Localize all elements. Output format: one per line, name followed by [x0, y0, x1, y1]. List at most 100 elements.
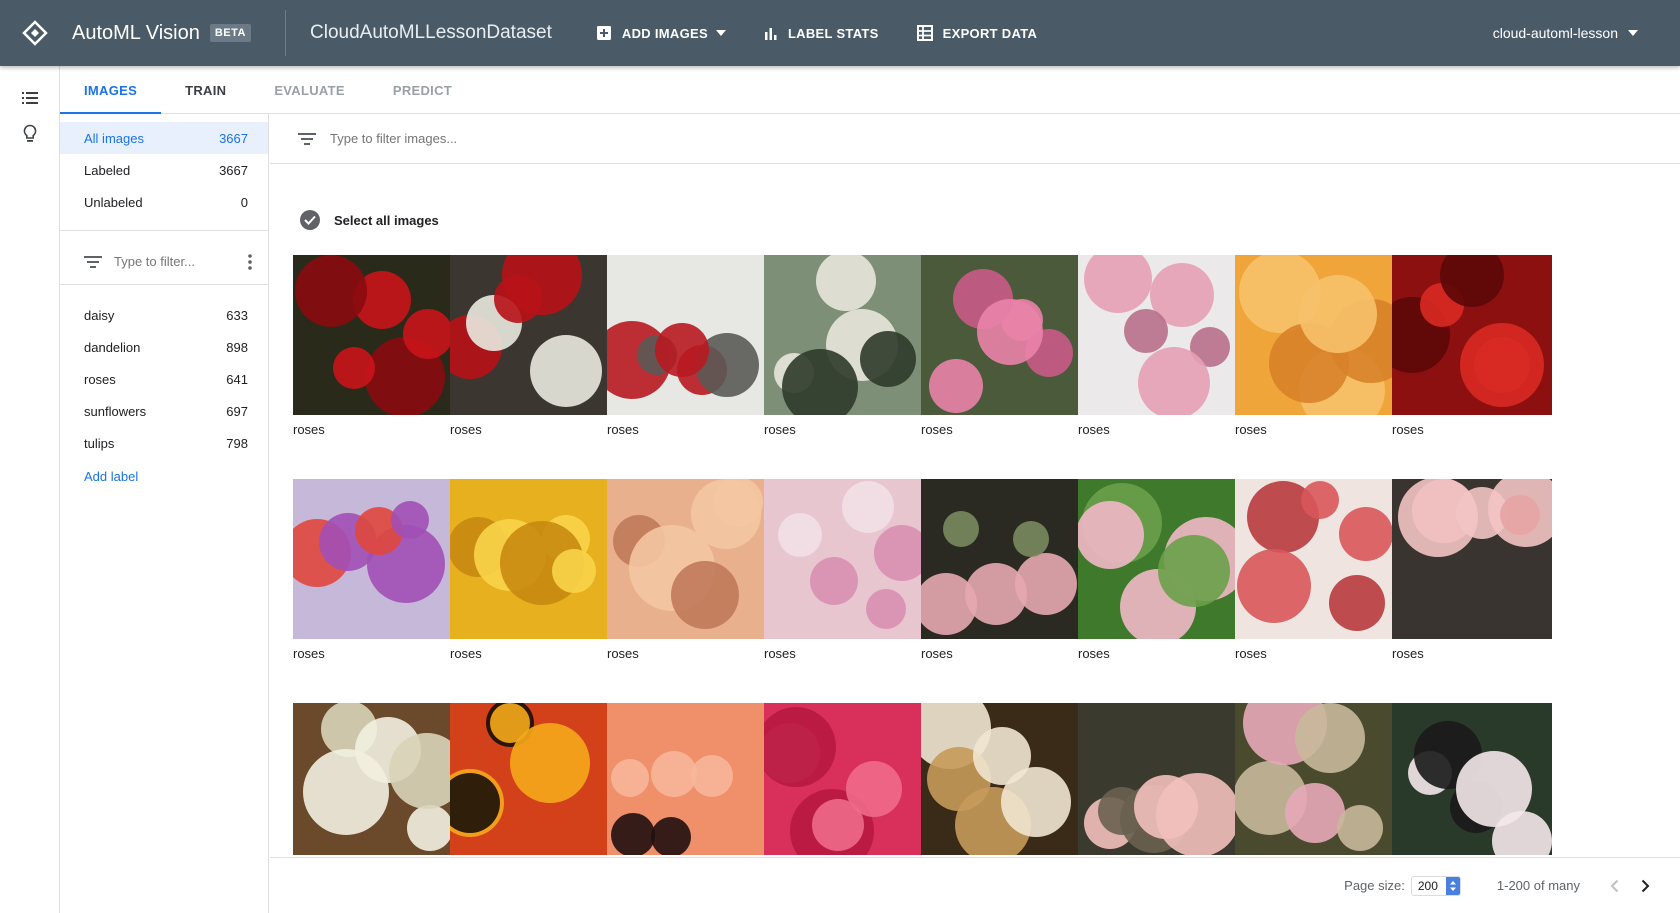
- image-thumbnail: [921, 703, 1081, 855]
- image-tile[interactable]: roses: [607, 255, 767, 437]
- label-item-daisy[interactable]: daisy 633: [60, 299, 268, 331]
- prev-page-button[interactable]: [1610, 879, 1619, 893]
- image-thumbnail: [607, 255, 767, 415]
- list-icon[interactable]: [0, 80, 60, 116]
- image-browser: Select all images rosesrosesrosesrosesro…: [270, 114, 1680, 913]
- project-selector[interactable]: cloud-automl-lesson: [1493, 0, 1638, 66]
- image-thumbnail: [450, 703, 610, 855]
- caret-down-icon: [715, 30, 726, 36]
- tab-predict[interactable]: PREDICT: [369, 66, 476, 114]
- image-thumbnail: [764, 703, 924, 855]
- add-images-button[interactable]: ADD IMAGES: [596, 25, 726, 41]
- stat-unlabeled[interactable]: Unlabeled 0: [60, 186, 268, 218]
- image-tile[interactable]: [293, 703, 453, 855]
- image-thumbnail: [1235, 255, 1395, 415]
- image-tile[interactable]: [607, 703, 767, 855]
- image-thumbnail: [1392, 479, 1552, 639]
- page-size-label: Page size:: [1344, 878, 1405, 893]
- left-rail: [0, 66, 60, 913]
- image-tile[interactable]: [1078, 703, 1238, 855]
- image-tile[interactable]: roses: [293, 255, 453, 437]
- image-caption: roses: [450, 422, 482, 437]
- image-caption: roses: [450, 646, 482, 661]
- tab-bar: IMAGES TRAIN EVALUATE PREDICT: [60, 66, 1680, 115]
- image-tile[interactable]: roses: [1235, 479, 1395, 661]
- spinner-arrows-icon: [1445, 876, 1460, 895]
- image-caption: roses: [1078, 646, 1110, 661]
- image-tile[interactable]: roses: [764, 255, 924, 437]
- tab-evaluate[interactable]: EVALUATE: [250, 66, 369, 114]
- image-tile[interactable]: [1392, 703, 1552, 855]
- image-tile[interactable]: roses: [607, 479, 767, 661]
- select-all-label: Select all images: [334, 212, 439, 228]
- image-tile[interactable]: roses: [1078, 479, 1238, 661]
- page-size-select[interactable]: 200: [1410, 875, 1461, 896]
- image-tile[interactable]: roses: [1392, 479, 1552, 661]
- image-tile[interactable]: roses: [293, 479, 453, 661]
- image-tile[interactable]: roses: [921, 255, 1081, 437]
- label-filter-input[interactable]: [114, 254, 224, 269]
- stat-count: 3667: [219, 130, 248, 146]
- image-caption: roses: [1392, 646, 1424, 661]
- image-caption: roses: [764, 646, 796, 661]
- image-thumbnail: [293, 479, 453, 639]
- image-caption: roses: [1235, 422, 1267, 437]
- image-thumbnail: [293, 703, 453, 855]
- image-tile[interactable]: [921, 703, 1081, 855]
- tab-train[interactable]: TRAIN: [161, 66, 250, 114]
- label-stats-button[interactable]: LABEL STATS: [764, 26, 879, 41]
- stat-count: 3667: [219, 162, 248, 178]
- image-stats: All images 3667 Labeled 3667 Unlabeled 0: [60, 114, 268, 231]
- label-name: roses: [84, 371, 116, 387]
- app-header: AutoML Vision BETA CloudAutoMLLessonData…: [0, 0, 1680, 66]
- image-tile[interactable]: roses: [450, 255, 610, 437]
- image-caption: roses: [607, 422, 639, 437]
- label-panel: All images 3667 Labeled 3667 Unlabeled 0…: [60, 114, 269, 913]
- tab-images[interactable]: IMAGES: [60, 66, 162, 115]
- label-filter: [60, 239, 268, 285]
- image-tile[interactable]: roses: [1078, 255, 1238, 437]
- lightbulb-icon[interactable]: [0, 116, 60, 152]
- image-tile[interactable]: roses: [764, 479, 924, 661]
- image-thumbnail: [607, 479, 767, 639]
- image-tile[interactable]: roses: [921, 479, 1081, 661]
- table-grid-icon: [916, 25, 933, 41]
- image-tile[interactable]: roses: [1392, 255, 1552, 437]
- image-tile[interactable]: roses: [450, 479, 610, 661]
- add-box-icon: [596, 26, 611, 40]
- image-thumbnail: [1235, 703, 1395, 855]
- next-page-button[interactable]: [1641, 879, 1650, 893]
- page-size-value: 200: [1417, 878, 1438, 893]
- label-count: 641: [226, 371, 248, 387]
- filter-icon: [298, 132, 316, 145]
- label-count: 633: [226, 307, 248, 323]
- image-filter-input[interactable]: [330, 131, 730, 146]
- image-tile[interactable]: [1235, 703, 1395, 855]
- label-item-roses[interactable]: roses 641: [60, 363, 268, 395]
- image-tile[interactable]: [450, 703, 610, 855]
- add-images-label: ADD IMAGES: [621, 25, 708, 41]
- stat-all-images[interactable]: All images 3667: [60, 122, 268, 154]
- more-vert-icon[interactable]: [248, 253, 252, 270]
- label-count: 697: [226, 403, 248, 419]
- image-caption: roses: [1235, 646, 1267, 661]
- image-caption: roses: [764, 422, 796, 437]
- image-caption: roses: [921, 422, 953, 437]
- image-tile[interactable]: [764, 703, 924, 855]
- label-item-dandelion[interactable]: dandelion 898: [60, 331, 268, 363]
- label-item-tulips[interactable]: tulips 798: [60, 427, 268, 459]
- stat-labeled[interactable]: Labeled 3667: [60, 154, 268, 186]
- label-item-sunflowers[interactable]: sunflowers 697: [60, 395, 268, 427]
- label-name: tulips: [84, 435, 115, 451]
- label-name: dandelion: [84, 339, 141, 355]
- image-tile[interactable]: roses: [1235, 255, 1395, 437]
- image-thumbnail: [1392, 255, 1552, 415]
- export-data-button[interactable]: EXPORT DATA: [916, 25, 1038, 41]
- image-thumbnail: [1078, 703, 1238, 855]
- add-label-link[interactable]: Add label: [60, 459, 268, 494]
- stat-count: 0: [240, 194, 248, 210]
- automl-logo-icon[interactable]: [0, 0, 70, 66]
- select-all-checkbox[interactable]: Select all images: [300, 210, 439, 230]
- image-thumbnail: [1078, 479, 1238, 639]
- image-thumbnail: [1392, 703, 1552, 855]
